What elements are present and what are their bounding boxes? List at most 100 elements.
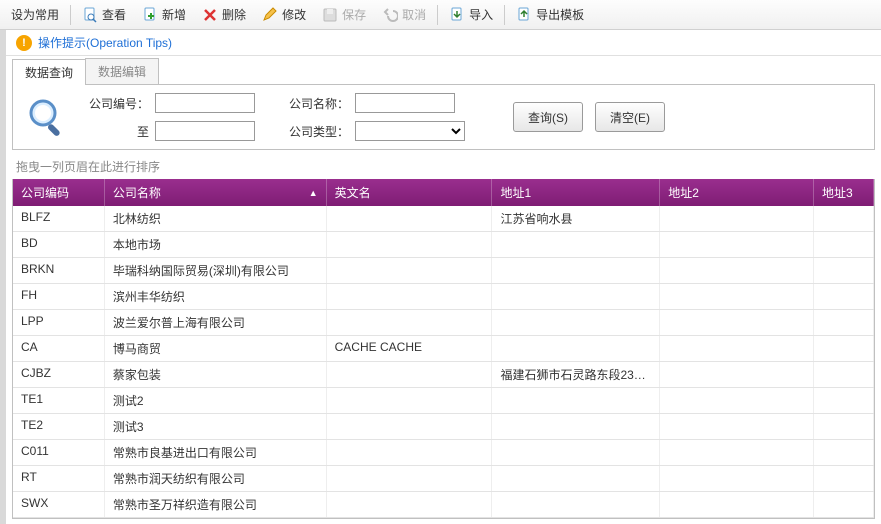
cell-c3 <box>492 388 660 413</box>
delete-icon <box>202 7 218 23</box>
cell-c0: FH <box>13 284 105 309</box>
cell-c4 <box>660 232 814 257</box>
col-address1[interactable]: 地址1 <box>492 179 660 206</box>
grid-header: 公司编码 公司名称▲ 英文名 地址1 地址2 地址3 <box>13 179 874 206</box>
view-button[interactable]: 查看 <box>75 3 133 26</box>
cell-c2 <box>327 388 493 413</box>
cell-c2 <box>327 466 493 491</box>
cell-c1: 蔡家包装 <box>105 362 327 387</box>
cell-c4 <box>660 206 814 231</box>
cell-c1: 滨州丰华纺织 <box>105 284 327 309</box>
tab-bar: 数据查询 数据编辑 <box>12 58 875 85</box>
company-code-to-input[interactable] <box>155 121 255 141</box>
col-address2[interactable]: 地址2 <box>660 179 814 206</box>
cell-c0: LPP <box>13 310 105 335</box>
cell-c1: 本地市场 <box>105 232 327 257</box>
save-icon <box>322 7 338 23</box>
table-row[interactable]: LPP波兰爱尔普上海有限公司 <box>13 310 874 336</box>
cell-c0: C011 <box>13 440 105 465</box>
table-row[interactable]: BD本地市场 <box>13 232 874 258</box>
company-code-from-input[interactable] <box>155 93 255 113</box>
cell-c0: BRKN <box>13 258 105 283</box>
cell-c1: 测试3 <box>105 414 327 439</box>
cell-c1: 常熟市润天纺织有限公司 <box>105 466 327 491</box>
cell-c3 <box>492 336 660 361</box>
cell-c0: CJBZ <box>13 362 105 387</box>
col-address3[interactable]: 地址3 <box>814 179 874 206</box>
cell-c5 <box>814 336 874 361</box>
table-row[interactable]: CJBZ蔡家包装 福建石狮市石灵路东段23号... <box>13 362 874 388</box>
company-type-select[interactable] <box>355 121 465 141</box>
cell-c2 <box>327 232 493 257</box>
cell-c5 <box>814 440 874 465</box>
cell-c1: 北林纺织 <box>105 206 327 231</box>
cell-c1: 常熟市圣万祥织造有限公司 <box>105 492 327 517</box>
company-name-input[interactable] <box>355 93 455 113</box>
export-template-button[interactable]: 导出模板 <box>509 3 591 26</box>
cell-c0: SWX <box>13 492 105 517</box>
cell-c3 <box>492 466 660 491</box>
col-company-name[interactable]: 公司名称▲ <box>105 179 327 206</box>
delete-button[interactable]: 删除 <box>195 3 253 26</box>
table-row[interactable]: SWX常熟市圣万祥织造有限公司 <box>13 492 874 518</box>
cell-c3 <box>492 232 660 257</box>
magnifier-icon <box>23 93 71 141</box>
cell-c3: 江苏省响水县 <box>492 206 660 231</box>
cell-c1: 测试2 <box>105 388 327 413</box>
cell-c2 <box>327 362 493 387</box>
table-row[interactable]: FH滨州丰华纺织 <box>13 284 874 310</box>
cell-c5 <box>814 310 874 335</box>
save-button: 保存 <box>315 3 373 26</box>
cell-c3 <box>492 258 660 283</box>
query-button[interactable]: 查询(S) <box>513 102 583 132</box>
tab-data-edit[interactable]: 数据编辑 <box>85 58 159 84</box>
cell-c4 <box>660 440 814 465</box>
edit-button[interactable]: 修改 <box>255 3 313 26</box>
col-english-name[interactable]: 英文名 <box>327 179 493 206</box>
table-row[interactable]: C011常熟市良基进出口有限公司 <box>13 440 874 466</box>
warning-icon: ! <box>16 35 32 51</box>
cell-c2 <box>327 492 493 517</box>
cell-c1: 毕瑞科纳国际贸易(深圳)有限公司 <box>105 258 327 283</box>
cell-c4 <box>660 388 814 413</box>
clear-button[interactable]: 清空(E) <box>595 102 665 132</box>
search-doc-icon <box>82 7 98 23</box>
tips-link[interactable]: 操作提示(Operation Tips) <box>38 34 172 51</box>
cell-c0: TE2 <box>13 414 105 439</box>
cell-c1: 波兰爱尔普上海有限公司 <box>105 310 327 335</box>
cell-c5 <box>814 232 874 257</box>
cell-c4 <box>660 492 814 517</box>
main-toolbar: 设为常用 查看 新增 删除 修改 保存 取消 导入 导出模板 <box>0 0 881 30</box>
cell-c1: 常熟市良基进出口有限公司 <box>105 440 327 465</box>
cell-c2 <box>327 440 493 465</box>
company-name-label: 公司名称： <box>279 95 349 112</box>
to-label: 至 <box>79 123 149 140</box>
cell-c5 <box>814 284 874 309</box>
cell-c3: 福建石狮市石灵路东段23号... <box>492 362 660 387</box>
add-button[interactable]: 新增 <box>135 3 193 26</box>
col-company-code[interactable]: 公司编码 <box>13 179 105 206</box>
data-grid: 公司编码 公司名称▲ 英文名 地址1 地址2 地址3 BLFZ北林纺织江苏省响水… <box>12 179 875 519</box>
favorite-button[interactable]: 设为常用 <box>4 3 66 26</box>
tab-data-query[interactable]: 数据查询 <box>12 59 86 85</box>
cell-c4 <box>660 414 814 439</box>
cell-c4 <box>660 466 814 491</box>
table-row[interactable]: TE2测试3 <box>13 414 874 440</box>
search-panel: 公司编号： 至 公司名称： 公司类型： 查询(S) 清空(E) <box>12 85 875 150</box>
cell-c3 <box>492 440 660 465</box>
import-button[interactable]: 导入 <box>442 3 500 26</box>
undo-icon <box>382 7 398 23</box>
export-icon <box>516 7 532 23</box>
cell-c1: 博马商贸 <box>105 336 327 361</box>
grid-body: BLFZ北林纺织江苏省响水县BD本地市场BRKN毕瑞科纳国际贸易(深圳)有限公司… <box>13 206 874 518</box>
cell-c4 <box>660 336 814 361</box>
table-row[interactable]: RT常熟市润天纺织有限公司 <box>13 466 874 492</box>
content-area: ! 操作提示(Operation Tips) 数据查询 数据编辑 公司编号： 至… <box>0 30 881 524</box>
cell-c3 <box>492 284 660 309</box>
table-row[interactable]: BLFZ北林纺织江苏省响水县 <box>13 206 874 232</box>
add-doc-icon <box>142 7 158 23</box>
table-row[interactable]: BRKN毕瑞科纳国际贸易(深圳)有限公司 <box>13 258 874 284</box>
cell-c5 <box>814 362 874 387</box>
table-row[interactable]: TE1测试2 <box>13 388 874 414</box>
table-row[interactable]: CA博马商贸CACHE CACHE <box>13 336 874 362</box>
